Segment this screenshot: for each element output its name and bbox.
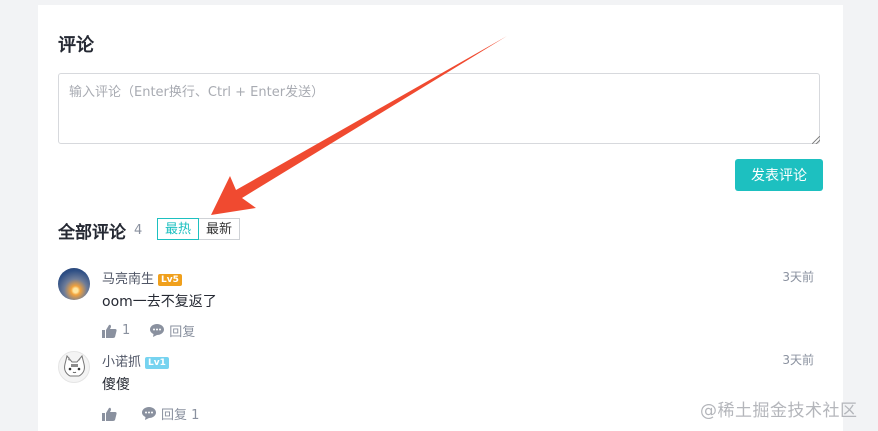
submit-comment-button[interactable]: 发表评论 <box>735 159 823 191</box>
all-comments-title: 全部评论 <box>58 223 126 243</box>
like-button[interactable]: 1 <box>102 323 130 338</box>
comment-actions: 1 回复 <box>102 321 215 340</box>
sort-tabs: 最热 最新 <box>157 218 241 240</box>
comment-bubble-icon <box>142 407 156 420</box>
username[interactable]: 小诺抓 <box>102 355 141 370</box>
tab-hottest[interactable]: 最热 <box>157 218 200 240</box>
like-count: 1 <box>122 323 131 338</box>
tab-newest[interactable]: 最新 <box>199 218 241 240</box>
resize-grip-icon[interactable] <box>812 136 820 144</box>
comment-author[interactable]: 马亮南生 Lv5 <box>102 268 182 287</box>
avatar[interactable] <box>58 268 90 300</box>
comment-bubble-icon <box>150 324 165 337</box>
cat-avatar-icon <box>64 354 85 377</box>
watermark: @稀土掘金技术社区 <box>700 401 858 421</box>
level-badge: Lv5 <box>158 274 182 286</box>
comment-content: oom一去不复返了 <box>102 294 217 310</box>
comment-section-title: 评论 <box>58 35 94 56</box>
thumbs-up-icon <box>102 407 117 421</box>
comment-time: 3天前 <box>782 353 814 367</box>
like-button[interactable] <box>102 407 122 421</box>
comment-input[interactable] <box>58 73 820 144</box>
comment-actions: 回复 1 <box>102 404 219 423</box>
comment-author[interactable]: 小诺抓 Lv1 <box>102 351 169 370</box>
thumbs-up-icon <box>102 324 117 338</box>
comment-item: 马亮南生 Lv5 3天前 oom一去不复返了 1 回复 <box>58 268 814 346</box>
reply-button[interactable]: 回复 <box>150 321 195 340</box>
avatar[interactable] <box>58 351 90 383</box>
level-badge: Lv1 <box>145 357 169 369</box>
username[interactable]: 马亮南生 <box>102 272 154 287</box>
reply-label: 回复 <box>169 325 196 340</box>
comment-count: 4 <box>134 223 143 238</box>
comment-card: 评论 发表评论 全部评论 4 最热 最新 马亮南生 Lv5 3天前 oom一去不复… <box>38 5 843 431</box>
comment-time: 3天前 <box>782 270 814 284</box>
reply-label: 回复 1 <box>161 408 200 423</box>
comment-content: 傻傻 <box>102 377 130 393</box>
reply-button[interactable]: 回复 1 <box>142 404 199 423</box>
